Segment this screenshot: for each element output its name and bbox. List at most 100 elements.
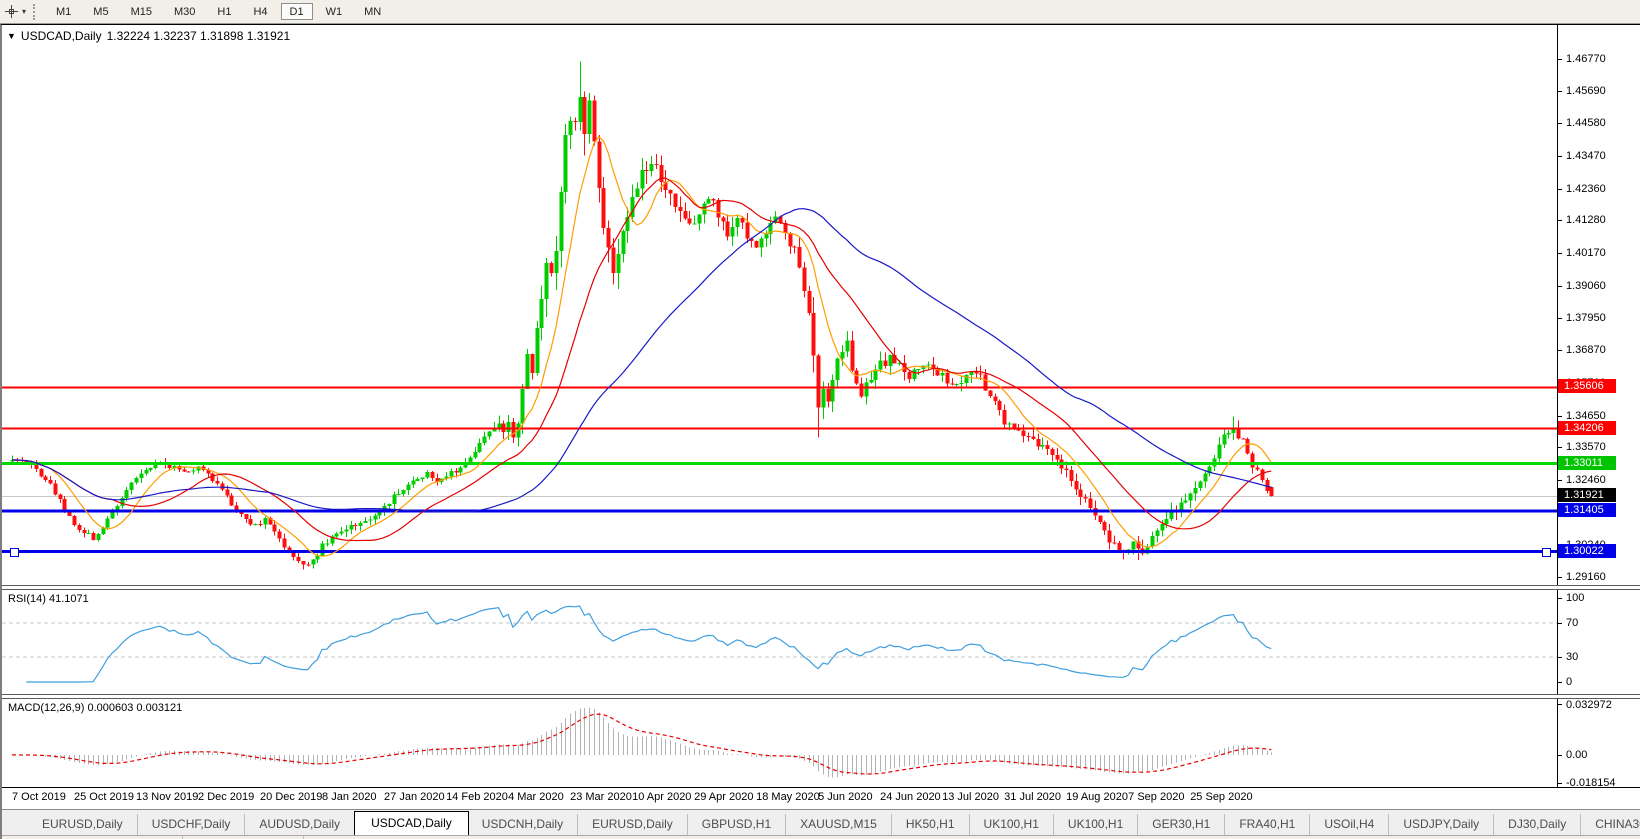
price-axis-tick <box>1558 156 1562 157</box>
chart-title: ▼ USDCAD,Daily 1.32224 1.32237 1.31898 1… <box>7 29 290 43</box>
macd-axis-tick <box>1558 704 1562 705</box>
chart-tab-eurusd-daily[interactable]: EURUSD,Daily <box>28 814 138 835</box>
price-axis-tick <box>1558 577 1562 578</box>
macd-axis[interactable]: 0.032972 0.00 -0.018154 <box>1557 699 1640 787</box>
rsi-axis-tick-label: 70 <box>1566 617 1578 629</box>
timeframe-button-w1[interactable]: W1 <box>317 3 352 20</box>
level-price-label[interactable]: 1.34206 <box>1558 421 1616 435</box>
price-axis[interactable]: 1.467701.456901.445801.434701.423601.412… <box>1557 25 1640 585</box>
rsi-chart-svg[interactable] <box>2 590 1558 694</box>
macd-axis-tick <box>1558 755 1562 756</box>
price-axis-tick <box>1558 123 1562 124</box>
date-axis-label: 5 Jun 2020 <box>818 791 872 803</box>
timeframe-button-m30[interactable]: M30 <box>165 3 204 20</box>
price-axis-tick-label: 1.40170 <box>1566 247 1606 259</box>
macd-axis-tick <box>1558 783 1562 784</box>
rsi-axis-tick <box>1558 682 1562 683</box>
timeframe-button-h1[interactable]: H1 <box>208 3 240 20</box>
chart-collapse-icon[interactable]: ▼ <box>7 31 16 41</box>
price-pane[interactable]: ▼ USDCAD,Daily 1.32224 1.32237 1.31898 1… <box>2 25 1640 585</box>
rsi-axis-tick-label: 0 <box>1566 676 1572 688</box>
macd-axis-tick-label: -0.018154 <box>1566 777 1616 787</box>
chart-tab-fra40-h1[interactable]: FRA40,H1 <box>1225 814 1310 835</box>
chart-tab-usoil-h4[interactable]: USOil,H4 <box>1310 814 1389 835</box>
price-axis-tick <box>1558 350 1562 351</box>
rsi-axis-tick-label: 100 <box>1566 592 1584 604</box>
chart-ohlc-values: 1.32224 1.32237 1.31898 1.31921 <box>107 29 291 43</box>
price-axis-tick-label: 1.43470 <box>1566 150 1606 162</box>
toolbar-grip[interactable] <box>33 4 40 20</box>
level-price-label[interactable]: 1.33011 <box>1558 456 1616 470</box>
chart-tab-china300-h1[interactable]: CHINA300,H1 <box>1581 814 1640 835</box>
price-chart-svg[interactable] <box>2 25 1558 585</box>
timeframe-button-m5[interactable]: M5 <box>84 3 117 20</box>
timeframe-button-h4[interactable]: H4 <box>244 3 276 20</box>
date-axis-label: 7 Sep 2020 <box>1128 791 1184 803</box>
price-axis-tick <box>1558 447 1562 448</box>
price-axis-tick-label: 1.39060 <box>1566 280 1606 292</box>
chart-tab-dj30-daily[interactable]: DJ30,Daily <box>1494 814 1581 835</box>
date-axis-label: 25 Sep 2020 <box>1190 791 1252 803</box>
price-axis-tick <box>1558 253 1562 254</box>
chart-tab-uk100-h1[interactable]: UK100,H1 <box>970 814 1054 835</box>
date-axis-label: 4 Mar 2020 <box>508 791 564 803</box>
timeframe-button-m15[interactable]: M15 <box>122 3 161 20</box>
date-axis-label: 25 Oct 2019 <box>74 791 134 803</box>
macd-axis-tick-label: 0.00 <box>1566 749 1587 761</box>
rsi-pane[interactable]: RSI(14) 41.1071 10070300 <box>2 590 1640 694</box>
price-axis-tick-label: 1.32460 <box>1566 474 1606 486</box>
macd-chart-svg[interactable] <box>2 699 1558 787</box>
chart-tab-usdchf-daily[interactable]: USDCHF,Daily <box>138 814 246 835</box>
chart-symbol-label: USDCAD,Daily <box>21 29 102 43</box>
status-bar <box>2 835 1640 839</box>
line-handle[interactable] <box>10 548 19 557</box>
date-axis-label: 23 Mar 2020 <box>570 791 632 803</box>
timeframe-button-m1[interactable]: M1 <box>47 3 80 20</box>
price-axis-tick-label: 1.29160 <box>1566 571 1606 583</box>
price-axis-tick <box>1558 318 1562 319</box>
level-price-label[interactable]: 1.31405 <box>1558 503 1616 517</box>
date-axis-label: 27 Jan 2020 <box>384 791 445 803</box>
date-axis[interactable]: 7 Oct 201925 Oct 201913 Nov 20192 Dec 20… <box>2 787 1640 809</box>
chart-tab-bar: EURUSD,DailyUSDCHF,DailyAUDUSD,DailyUSDC… <box>2 809 1640 835</box>
chart-tab-hk50-h1[interactable]: HK50,H1 <box>892 814 970 835</box>
macd-label: MACD(12,26,9) 0.000603 0.003121 <box>8 702 182 714</box>
level-price-label[interactable]: 1.35606 <box>1558 379 1616 393</box>
price-axis-tick <box>1558 91 1562 92</box>
price-axis-tick <box>1558 416 1562 417</box>
price-axis-tick <box>1558 189 1562 190</box>
chart-tab-gbpusd-h1[interactable]: GBPUSD,H1 <box>688 814 786 835</box>
price-axis-tick-label: 1.46770 <box>1566 53 1606 65</box>
price-axis-tick <box>1558 480 1562 481</box>
chart-tab-xauusd-m15[interactable]: XAUUSD,M15 <box>786 814 892 835</box>
rsi-axis[interactable]: 10070300 <box>1557 590 1640 694</box>
price-axis-tick-label: 1.33570 <box>1566 441 1606 453</box>
date-axis-label: 20 Dec 2019 <box>260 791 322 803</box>
price-axis-tick <box>1558 59 1562 60</box>
price-axis-tick-label: 1.45690 <box>1566 85 1606 97</box>
chart-tab-audusd-daily[interactable]: AUDUSD,Daily <box>245 814 355 835</box>
date-axis-label: 29 Apr 2020 <box>694 791 753 803</box>
timeframe-button-mn[interactable]: MN <box>355 3 390 20</box>
date-axis-label: 13 Nov 2019 <box>136 791 198 803</box>
price-axis-tick-label: 1.37950 <box>1566 312 1606 324</box>
line-handle[interactable] <box>1542 548 1551 557</box>
chart-tab-uk100-h1[interactable]: UK100,H1 <box>1054 814 1138 835</box>
timeframe-buttons: M1M5 M15M30H1H4 D1W1MN <box>47 3 390 20</box>
macd-axis-tick-label: 0.032972 <box>1566 699 1612 711</box>
chart-tab-usdcnh-daily[interactable]: USDCNH,Daily <box>468 814 578 835</box>
rsi-axis-tick <box>1558 623 1562 624</box>
level-price-label[interactable]: 1.30022 <box>1558 544 1616 558</box>
chart-tab-usdjpy-daily[interactable]: USDJPY,Daily <box>1389 814 1494 835</box>
crosshair-tool-icon[interactable] <box>2 3 20 21</box>
tool-dropdown-arrow[interactable]: ▾ <box>22 7 26 16</box>
timeframe-button-d1[interactable]: D1 <box>281 3 313 20</box>
price-axis-tick-label: 1.36870 <box>1566 344 1606 356</box>
rsi-axis-tick <box>1558 598 1562 599</box>
chart-tab-usdcad-daily[interactable]: USDCAD,Daily <box>354 811 469 835</box>
macd-pane[interactable]: MACD(12,26,9) 0.000603 0.003121 0.032972… <box>2 699 1640 787</box>
chart-tab-ger30-h1[interactable]: GER30,H1 <box>1138 814 1225 835</box>
current-price-label[interactable]: 1.31921 <box>1558 488 1616 502</box>
chart-tab-eurusd-daily[interactable]: EURUSD,Daily <box>578 814 688 835</box>
top-toolbar: ▾ M1M5 M15M30H1H4 D1W1MN <box>0 0 1640 24</box>
